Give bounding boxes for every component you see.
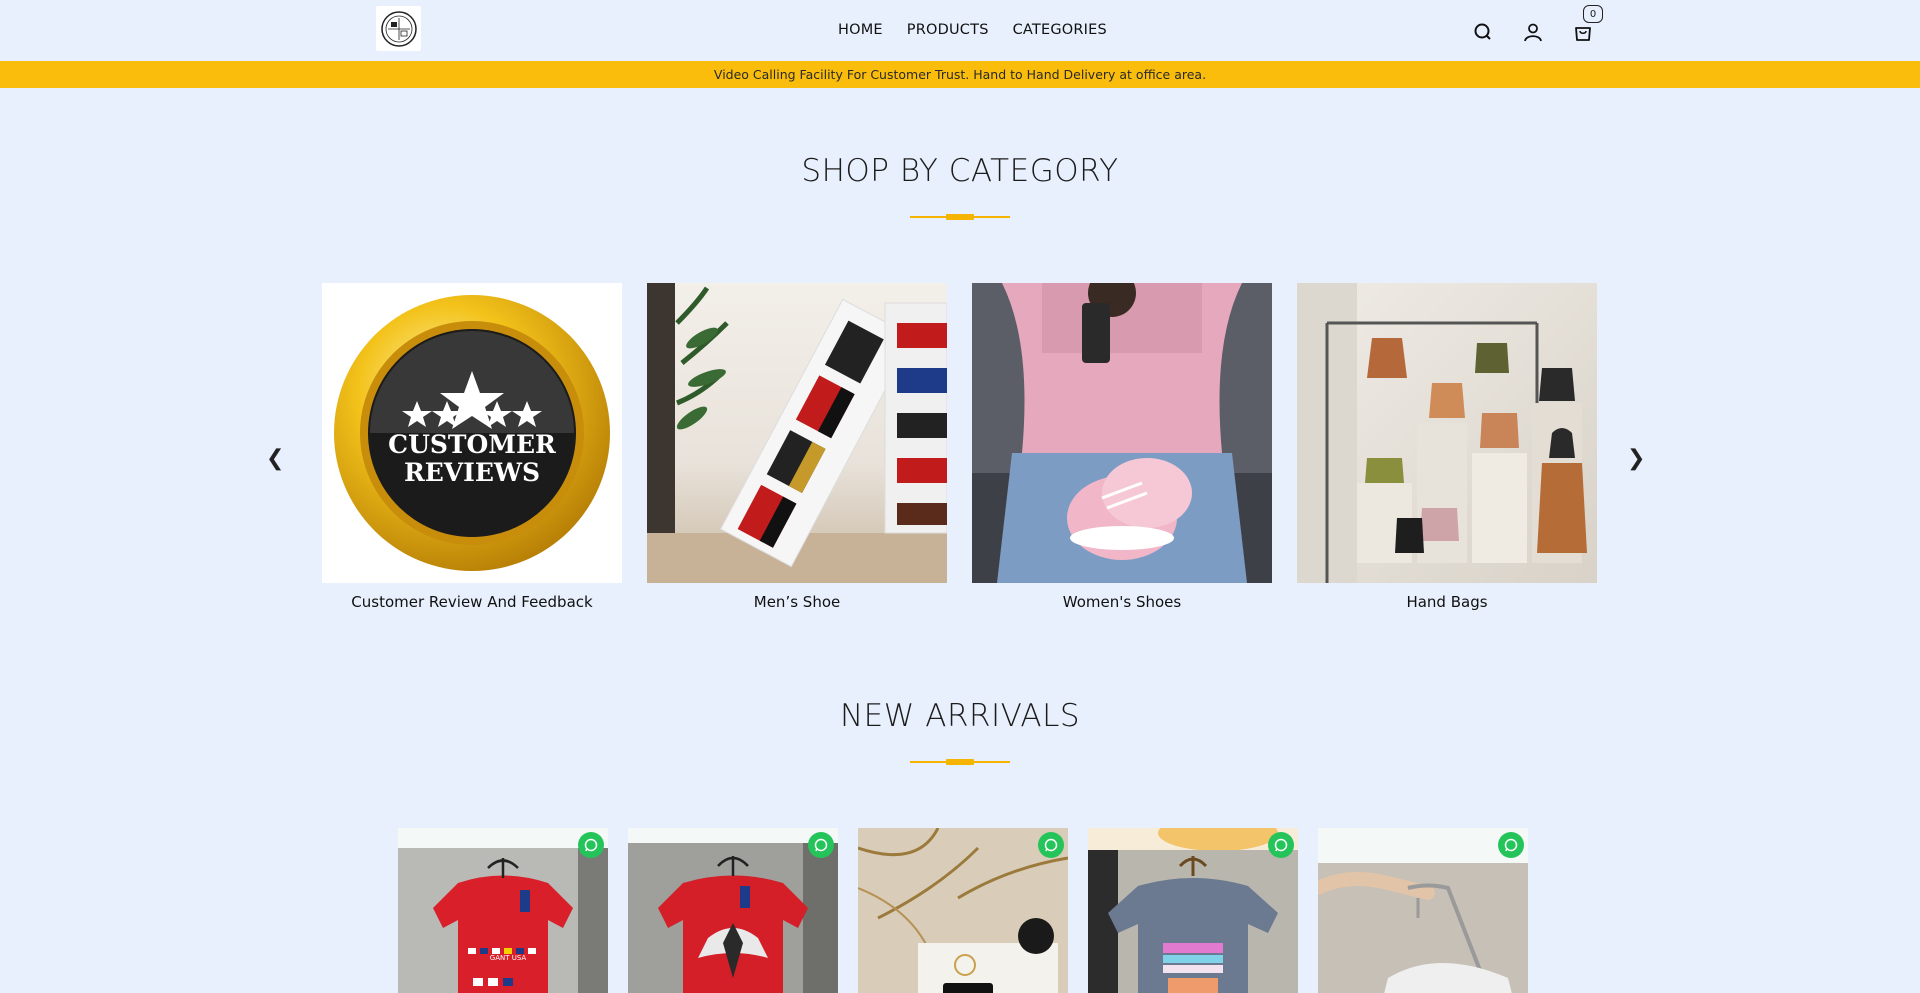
category-image-mens-shoe[interactable] bbox=[647, 283, 947, 583]
main-nav: HOME PRODUCTS CATEGORIES bbox=[838, 22, 1131, 38]
product-card-red-gant-tshirt[interactable]: GANT USA bbox=[398, 828, 608, 993]
section-divider bbox=[910, 759, 1010, 765]
header-actions: 0 bbox=[1471, 5, 1603, 44]
search-icon[interactable] bbox=[1471, 20, 1495, 44]
site-header: HOME PRODUCTS CATEGORIES 0 bbox=[0, 0, 1920, 61]
whatsapp-icon[interactable] bbox=[1038, 832, 1064, 858]
category-image-womens-shoes[interactable] bbox=[972, 283, 1272, 583]
section-divider bbox=[910, 214, 1010, 220]
badge-text-line2: REVIEWS bbox=[403, 458, 541, 487]
product-card-white-shoulder-bag[interactable] bbox=[1318, 828, 1528, 993]
nav-home[interactable]: HOME bbox=[838, 22, 883, 38]
announcement-bar: Video Calling Facility For Customer Trus… bbox=[0, 61, 1920, 88]
product-image bbox=[1088, 828, 1298, 993]
carousel-prev-button[interactable]: ❮ bbox=[266, 446, 284, 471]
carousel-next-button[interactable]: ❯ bbox=[1627, 446, 1645, 471]
product-image bbox=[628, 843, 838, 993]
shop-by-category-title: SHOP BY CATEGORY bbox=[801, 153, 1119, 189]
nav-products[interactable]: PRODUCTS bbox=[907, 22, 989, 38]
category-label[interactable]: Men’s Shoe bbox=[647, 593, 947, 611]
category-card-hand-bags[interactable]: Hand Bags bbox=[1297, 283, 1597, 611]
product-card-tory-burch-wallet[interactable] bbox=[858, 828, 1068, 993]
category-card-womens-shoes[interactable]: Women's Shoes bbox=[972, 283, 1272, 611]
category-card-mens-shoe[interactable]: Men’s Shoe bbox=[647, 283, 947, 611]
category-image-hand-bags[interactable] bbox=[1297, 283, 1597, 583]
cart-count-badge: 0 bbox=[1583, 5, 1603, 23]
product-image bbox=[398, 848, 608, 993]
product-card-grey-graphic-tshirt[interactable] bbox=[1088, 828, 1298, 993]
category-label[interactable]: Customer Review And Feedback bbox=[322, 593, 622, 611]
category-label[interactable]: Hand Bags bbox=[1297, 593, 1597, 611]
product-image bbox=[858, 828, 1068, 993]
whatsapp-icon[interactable] bbox=[1498, 832, 1524, 858]
user-icon[interactable] bbox=[1521, 20, 1545, 44]
product-tag-text: GANT USA bbox=[489, 954, 527, 962]
category-image-customer-reviews[interactable]: CUSTOMER REVIEWS bbox=[322, 283, 622, 583]
nav-categories[interactable]: CATEGORIES bbox=[1013, 22, 1107, 38]
new-arrivals-title: NEW ARRIVALS bbox=[839, 698, 1081, 734]
product-image bbox=[1318, 828, 1528, 993]
product-card-red-eagle-tshirt[interactable] bbox=[628, 828, 838, 993]
cart-icon[interactable]: 0 bbox=[1571, 5, 1603, 44]
whatsapp-icon[interactable] bbox=[578, 832, 604, 858]
whatsapp-icon[interactable] bbox=[808, 832, 834, 858]
badge-text-line1: CUSTOMER bbox=[388, 430, 556, 459]
store-logo[interactable] bbox=[376, 6, 421, 51]
category-label[interactable]: Women's Shoes bbox=[972, 593, 1272, 611]
whatsapp-icon[interactable] bbox=[1268, 832, 1294, 858]
category-card-customer-review[interactable]: CUSTOMER REVIEWS Customer Review And Fee… bbox=[322, 283, 622, 611]
